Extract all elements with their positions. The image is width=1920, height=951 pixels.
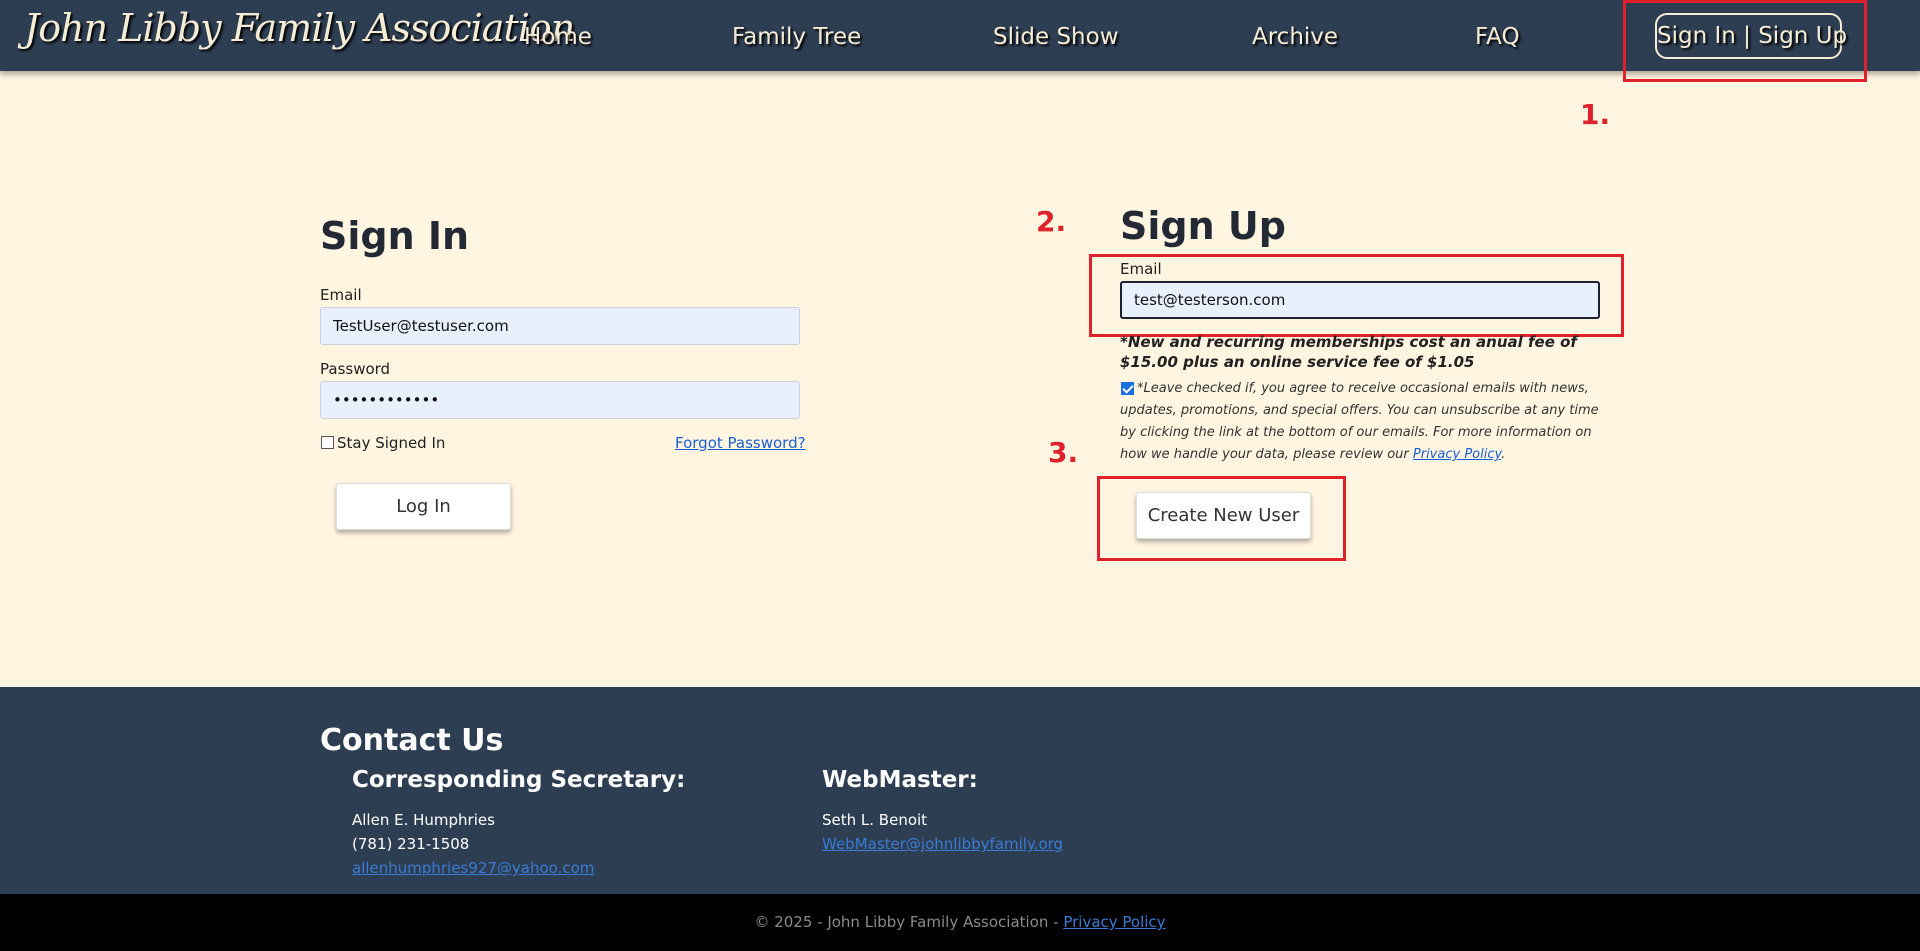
email-consent-text: *Leave checked if, you agree to receive … bbox=[1120, 378, 1600, 466]
nav-home[interactable]: Home bbox=[524, 24, 592, 50]
signin-password-label: Password bbox=[320, 360, 391, 378]
copyright-bar: © 2025 - John Libby Family Association -… bbox=[0, 894, 1920, 951]
footer: Contact Us Corresponding Secretary: Alle… bbox=[0, 687, 1920, 894]
secretary-name: Allen E. Humphries bbox=[352, 811, 495, 829]
forgot-password-link[interactable]: Forgot Password? bbox=[675, 434, 806, 452]
signup-privacy-policy-link[interactable]: Privacy Policy bbox=[1413, 447, 1501, 462]
signin-email-label: Email bbox=[320, 286, 362, 304]
stay-signed-in-checkbox[interactable] bbox=[321, 436, 334, 449]
annotation-box-1 bbox=[1623, 0, 1867, 82]
annotation-number-2: 2. bbox=[1036, 205, 1067, 238]
webmaster-email-link[interactable]: WebMaster@johnlibbyfamily.org bbox=[822, 835, 1063, 853]
email-consent-body: *Leave checked if, you agree to receive … bbox=[1120, 381, 1599, 462]
signin-email-input[interactable] bbox=[320, 307, 800, 345]
email-consent-end: . bbox=[1501, 447, 1506, 462]
signin-password-input[interactable] bbox=[320, 381, 800, 419]
nav-faq[interactable]: FAQ bbox=[1475, 24, 1520, 50]
annotation-number-3: 3. bbox=[1048, 436, 1079, 469]
login-button[interactable]: Log In bbox=[336, 483, 511, 530]
signup-email-label: Email bbox=[1120, 260, 1162, 278]
footer-privacy-policy-link[interactable]: Privacy Policy bbox=[1063, 913, 1165, 931]
nav-archive[interactable]: Archive bbox=[1252, 24, 1338, 50]
create-new-user-button[interactable]: Create New User bbox=[1136, 492, 1311, 539]
secretary-title: Corresponding Secretary: bbox=[352, 767, 686, 793]
stay-signed-in-label: Stay Signed In bbox=[337, 434, 446, 452]
secretary-email-link[interactable]: allenhumphries927@yahoo.com bbox=[352, 859, 594, 877]
nav-slide-show[interactable]: Slide Show bbox=[993, 24, 1119, 50]
webmaster-title: WebMaster: bbox=[822, 767, 978, 793]
nav-family-tree[interactable]: Family Tree bbox=[732, 24, 861, 50]
signup-email-input[interactable] bbox=[1120, 281, 1600, 319]
brand-logo[interactable]: John Libby Family Association bbox=[24, 6, 575, 50]
secretary-phone: (781) 231-1508 bbox=[352, 835, 470, 853]
membership-fee-note: *New and recurring memberships cost an a… bbox=[1120, 333, 1577, 371]
copyright-text: © 2025 - John Libby Family Association - bbox=[754, 913, 1064, 931]
annotation-number-1: 1. bbox=[1580, 98, 1611, 131]
signin-title: Sign In bbox=[320, 214, 470, 258]
contact-us-title: Contact Us bbox=[320, 723, 504, 758]
signup-title: Sign Up bbox=[1120, 204, 1286, 248]
webmaster-name: Seth L. Benoit bbox=[822, 811, 928, 829]
